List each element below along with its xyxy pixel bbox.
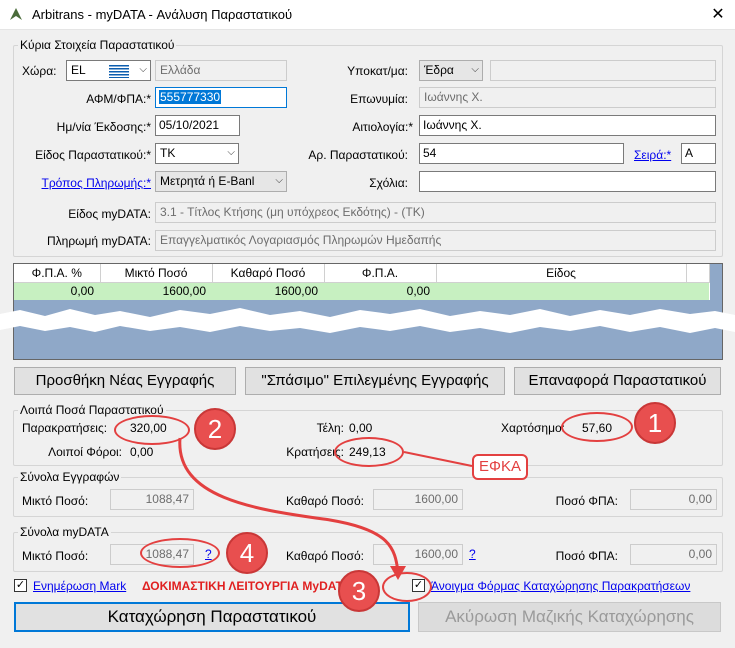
annotation-badge-2: 2: [194, 408, 236, 450]
annotation-badge-4: 4: [226, 532, 268, 574]
efka-callout: ΕΦΚΑ: [472, 454, 528, 480]
annotation-arrows: [178, 437, 473, 580]
annotation-badge-3: 3: [338, 570, 380, 612]
annotation-badge-1: 1: [634, 402, 676, 444]
